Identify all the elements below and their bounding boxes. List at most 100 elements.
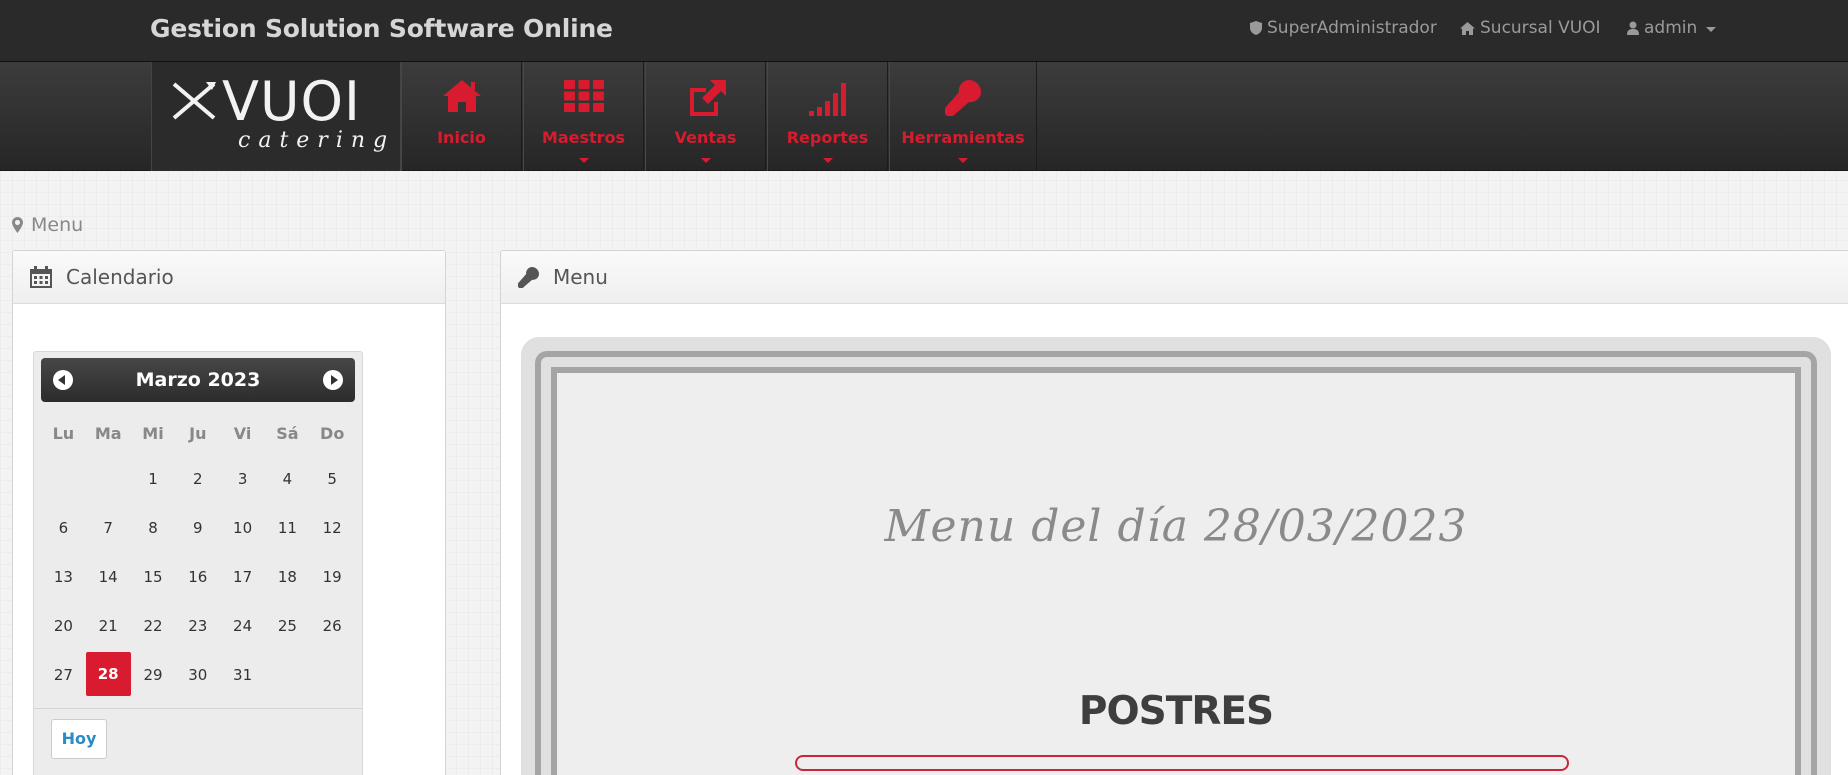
calendar-day[interactable]: 21 bbox=[86, 601, 131, 650]
calendar-panel: Calendario Marzo 2023 Lu Ma Mi Ju Vi Sá … bbox=[12, 250, 446, 775]
section-divider bbox=[795, 755, 1569, 771]
calendar-empty-cell bbox=[265, 650, 310, 699]
breadcrumb-current: Menu bbox=[31, 214, 84, 236]
top-bar: Gestion Solution Software Online SuperAd… bbox=[0, 0, 1848, 62]
menu-panel: Menu Menu del día 28/03/2023 POSTRES bbox=[500, 250, 1848, 775]
breadcrumb: Menu bbox=[12, 214, 83, 236]
logo-wordmark: VUOI bbox=[222, 70, 361, 133]
calendar-day[interactable]: 15 bbox=[131, 552, 176, 601]
logo[interactable]: VUOI catering bbox=[151, 62, 401, 171]
calendar-month-title: Marzo 2023 bbox=[135, 369, 261, 391]
nav-maestros[interactable]: Maestros bbox=[523, 62, 644, 171]
chevron-down-icon bbox=[1706, 26, 1717, 32]
shield-icon bbox=[1250, 21, 1262, 35]
calendar-day[interactable]: 27 bbox=[41, 650, 86, 699]
nav-reportes-label: Reportes bbox=[786, 128, 869, 147]
calendar-day[interactable]: 20 bbox=[41, 601, 86, 650]
calendar-day[interactable]: 3 bbox=[220, 454, 265, 503]
calendar-day[interactable]: 24 bbox=[220, 601, 265, 650]
calendar-icon bbox=[30, 266, 52, 288]
menu-section-title: POSTRES bbox=[1078, 689, 1274, 734]
chevron-down-icon bbox=[958, 158, 968, 163]
user-menu[interactable]: admin bbox=[1627, 18, 1717, 38]
calendar-empty-cell bbox=[41, 454, 86, 503]
calendar-day[interactable]: 19 bbox=[310, 552, 355, 601]
menu-panel-header: Menu bbox=[501, 251, 1848, 304]
nav-inicio[interactable]: Inicio bbox=[401, 62, 522, 171]
calendar-week-row: 20 21 22 23 24 25 26 bbox=[41, 601, 355, 650]
calendar-day[interactable]: 6 bbox=[41, 503, 86, 552]
map-marker-icon bbox=[12, 217, 23, 233]
daily-menu-title: Menu del día 28/03/2023 bbox=[884, 501, 1468, 552]
role-label: SuperAdministrador bbox=[1267, 18, 1437, 38]
calendar-grid: Lu Ma Mi Ju Vi Sá Do 1 2 3 4 5 6 7 8 9 10 11 12 13 14… bbox=[41, 412, 355, 699]
signal-bars-icon bbox=[808, 83, 846, 116]
calendar-day[interactable]: 13 bbox=[41, 552, 86, 601]
calendar-day[interactable]: 16 bbox=[175, 552, 220, 601]
chevron-down-icon bbox=[578, 158, 589, 163]
calendar-day[interactable]: 26 bbox=[310, 601, 355, 650]
calendar-week-row: 12345 bbox=[41, 454, 355, 503]
calendar-footer-divider bbox=[34, 708, 362, 709]
weekday-label: Vi bbox=[233, 423, 252, 443]
calendar-panel-header: Calendario bbox=[13, 251, 445, 304]
today-button[interactable]: Hoy bbox=[51, 719, 107, 759]
main-navbar: VUOI catering Inicio Maestros Ventas Rep… bbox=[0, 62, 1848, 171]
logo-tagline: catering bbox=[238, 128, 396, 153]
calendar-widget: Marzo 2023 Lu Ma Mi Ju Vi Sá Do 12345678… bbox=[33, 351, 363, 775]
branch-label: Sucursal VUOI bbox=[1480, 18, 1601, 38]
calendar-day[interactable]: 25 bbox=[265, 601, 310, 650]
chevron-down-icon bbox=[700, 158, 711, 163]
calendar-day[interactable]: 17 bbox=[220, 552, 265, 601]
nav-reportes[interactable]: Reportes bbox=[767, 62, 888, 171]
menu-frame-outer: Menu del día 28/03/2023 POSTRES bbox=[535, 351, 1817, 775]
menu-frame-inner: Menu del día 28/03/2023 POSTRES bbox=[551, 367, 1801, 775]
weekday-row: Lu Ma Mi Ju Vi Sá Do bbox=[41, 412, 355, 454]
calendar-week-row: 6 7 8 9 10 11 12 bbox=[41, 503, 355, 552]
chevron-down-icon bbox=[822, 158, 833, 163]
prev-month-button[interactable] bbox=[53, 370, 73, 390]
calendar-day[interactable]: 30 bbox=[175, 650, 220, 699]
nav-inicio-label: Inicio bbox=[437, 128, 486, 147]
weekday-label: Sá bbox=[276, 423, 299, 443]
calendar-day[interactable]: 10 bbox=[220, 503, 265, 552]
calendar-day[interactable]: 22 bbox=[131, 601, 176, 650]
wrench-icon bbox=[518, 266, 539, 288]
weekday-label: Ma bbox=[94, 423, 122, 443]
external-link-icon bbox=[689, 80, 726, 116]
calendar-day[interactable]: 23 bbox=[175, 601, 220, 650]
role-indicator[interactable]: SuperAdministrador bbox=[1250, 18, 1437, 38]
weekday-label: Ju bbox=[189, 423, 207, 443]
branch-indicator[interactable]: Sucursal VUOI bbox=[1460, 18, 1601, 38]
next-month-button[interactable] bbox=[323, 370, 343, 390]
calendar-day[interactable]: 7 bbox=[86, 503, 131, 552]
calendar-day[interactable]: 11 bbox=[265, 503, 310, 552]
calendar-month-header: Marzo 2023 bbox=[41, 358, 355, 402]
menu-panel-title: Menu bbox=[553, 265, 608, 289]
calendar-day-selected[interactable]: 28 bbox=[85, 652, 131, 696]
calendar-day[interactable]: 8 bbox=[131, 503, 176, 552]
calendar-day[interactable]: 9 bbox=[175, 503, 220, 552]
app-brand[interactable]: Gestion Solution Software Online bbox=[150, 14, 613, 43]
nav-maestros-label: Maestros bbox=[541, 128, 626, 147]
calendar-day[interactable]: 12 bbox=[310, 503, 355, 552]
calendar-day[interactable]: 18 bbox=[265, 552, 310, 601]
fork-knife-icon bbox=[172, 82, 216, 120]
calendar-day[interactable]: 14 bbox=[86, 552, 131, 601]
calendar-week-row: 27 28 29 30 31 bbox=[41, 650, 355, 699]
user-icon bbox=[1627, 21, 1639, 35]
calendar-day[interactable]: 2 bbox=[175, 454, 220, 503]
nav-herramientas[interactable]: Herramientas bbox=[889, 62, 1037, 171]
calendar-day[interactable]: 1 bbox=[131, 454, 176, 503]
home-icon bbox=[442, 80, 481, 112]
weekday-label: Do bbox=[320, 423, 345, 443]
weekday-label: Lu bbox=[52, 423, 75, 443]
calendar-day[interactable]: 31 bbox=[220, 650, 265, 699]
calendar-empty-cell bbox=[86, 454, 131, 503]
grid-icon bbox=[563, 80, 604, 112]
weekday-label: Mi bbox=[142, 423, 164, 443]
calendar-day[interactable]: 5 bbox=[310, 454, 355, 503]
nav-ventas[interactable]: Ventas bbox=[645, 62, 766, 171]
calendar-day[interactable]: 29 bbox=[131, 650, 176, 699]
calendar-day[interactable]: 4 bbox=[265, 454, 310, 503]
